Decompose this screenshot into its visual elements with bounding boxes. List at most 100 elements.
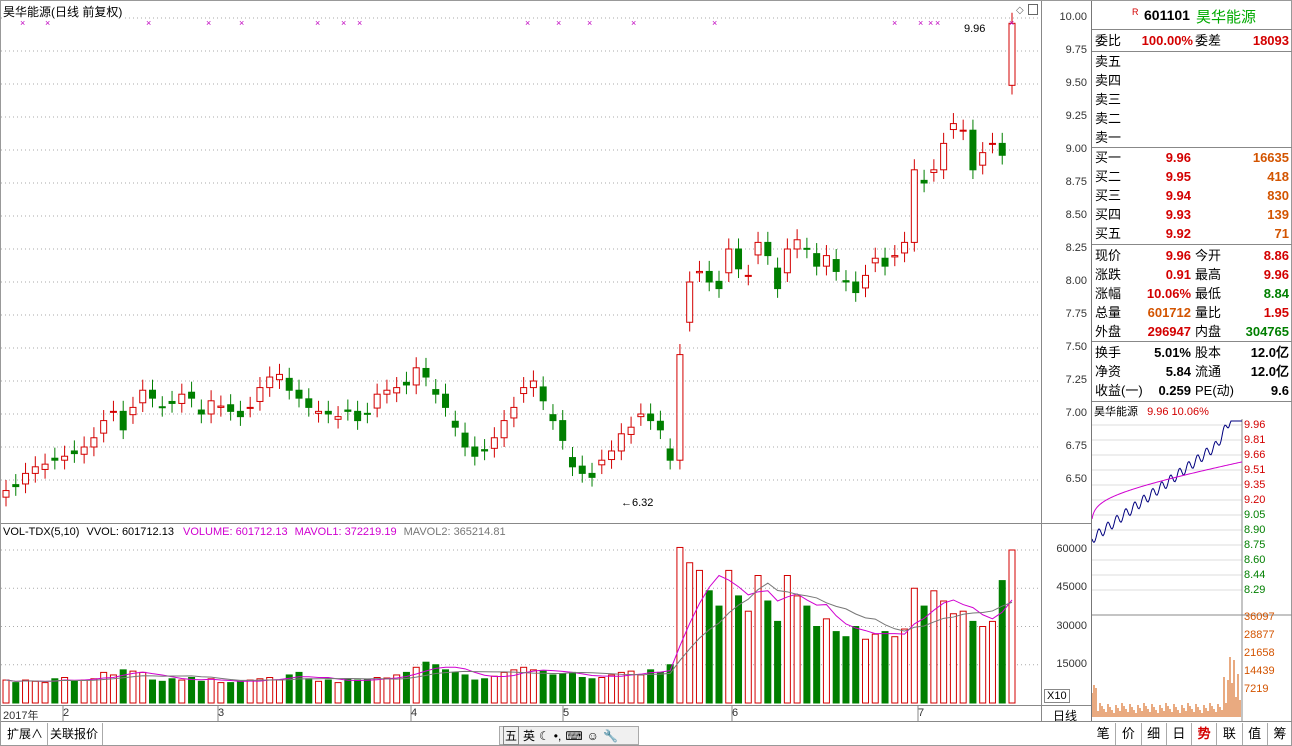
low-price-label: ←6.32 bbox=[621, 497, 654, 509]
candle-body bbox=[832, 259, 840, 272]
event-marker: × bbox=[918, 18, 923, 28]
volume-bar bbox=[568, 671, 576, 704]
price-tick: 9.25 bbox=[1065, 110, 1087, 122]
event-marker: × bbox=[631, 18, 636, 28]
volume-bar bbox=[236, 680, 244, 704]
volume-tick: 15000 bbox=[1056, 657, 1087, 670]
mini-pct: 10.06% bbox=[1171, 406, 1209, 418]
candle-body bbox=[988, 142, 996, 145]
volume-bar bbox=[930, 590, 938, 704]
volume-tick: 60000 bbox=[1056, 543, 1087, 555]
volume-unit: X10 bbox=[1044, 689, 1070, 703]
candle-body bbox=[744, 274, 752, 277]
volume-bar bbox=[705, 590, 713, 704]
volume-bar bbox=[217, 682, 225, 704]
candle-body bbox=[246, 406, 254, 409]
candle-body bbox=[275, 373, 283, 381]
right-tab[interactable]: 价 bbox=[1116, 723, 1142, 745]
candle-body bbox=[70, 450, 78, 455]
related-quote-tab[interactable]: 关联报价 bbox=[46, 723, 104, 745]
stat-label2: 内盘 bbox=[1195, 324, 1222, 339]
mini-price-tick: 9.96 bbox=[1244, 419, 1266, 431]
right-tabs: 笔价细日势联值筹 bbox=[1091, 723, 1292, 745]
date-label: 4 bbox=[411, 707, 418, 719]
moon-icon[interactable]: ☾ bbox=[539, 729, 550, 743]
right-tab[interactable]: 势 bbox=[1192, 723, 1218, 745]
candle-body bbox=[2, 490, 10, 498]
volume-bar bbox=[354, 679, 362, 704]
candle-body bbox=[256, 387, 264, 402]
right-tab[interactable]: 笔 bbox=[1091, 723, 1117, 745]
keyboard-icon[interactable]: ⌨ bbox=[565, 729, 582, 743]
volume-bar bbox=[305, 678, 313, 704]
right-tab[interactable]: 值 bbox=[1243, 723, 1268, 745]
right-tab[interactable]: 筹 bbox=[1268, 723, 1292, 745]
ime-lang[interactable]: 英 bbox=[523, 727, 535, 744]
person-icon[interactable]: ☺ bbox=[587, 729, 599, 743]
sell-label: 卖三 bbox=[1095, 92, 1122, 107]
price-tick: 8.50 bbox=[1065, 209, 1087, 221]
mini-price-tick: 8.29 bbox=[1244, 584, 1266, 596]
volume-bar bbox=[334, 682, 342, 704]
volume-bar bbox=[627, 670, 635, 704]
mini-price: 9.96 bbox=[1147, 406, 1169, 418]
price-tick: 7.75 bbox=[1065, 308, 1087, 320]
sell-label: 卖五 bbox=[1095, 54, 1122, 69]
event-marker: × bbox=[712, 18, 717, 28]
ime-toolbar[interactable]: 五 英 ☾ •, ⌨ ☺ 🔧 bbox=[499, 726, 639, 745]
candle-body bbox=[500, 420, 508, 439]
volume-value: VOLUME: 601712.13 bbox=[183, 526, 288, 538]
event-marker: × bbox=[556, 18, 561, 28]
volume-bar bbox=[451, 671, 459, 704]
candle-body bbox=[891, 255, 899, 258]
right-tab[interactable]: 联 bbox=[1217, 723, 1243, 745]
window-icon[interactable] bbox=[1028, 4, 1038, 15]
candle-body bbox=[471, 446, 479, 457]
ime-five[interactable]: 五 bbox=[503, 726, 520, 745]
candle-body bbox=[725, 248, 733, 274]
event-marker: × bbox=[892, 18, 897, 28]
event-marker: × bbox=[206, 18, 211, 28]
high-price-label: 9.96 bbox=[964, 23, 986, 35]
event-marker: × bbox=[525, 18, 530, 28]
candle-body bbox=[217, 405, 225, 408]
volume-bar bbox=[881, 631, 889, 704]
dot-icon[interactable]: •, bbox=[554, 729, 562, 743]
stat-label: 涨跌 bbox=[1095, 267, 1122, 282]
buy-label: 买五 bbox=[1095, 226, 1122, 241]
diamond-icon[interactable]: ◇ bbox=[1016, 5, 1024, 16]
fin-value: 5.01% bbox=[1154, 345, 1191, 360]
right-tab[interactable]: 细 bbox=[1142, 723, 1167, 745]
volume-bar bbox=[969, 620, 977, 704]
right-tab[interactable]: 日 bbox=[1167, 723, 1192, 745]
mini-price-tick: 9.35 bbox=[1244, 479, 1266, 491]
stat-label2: 最低 bbox=[1195, 286, 1222, 301]
date-label: 5 bbox=[563, 707, 570, 719]
candle-body bbox=[901, 241, 909, 254]
sell-row: 卖五 bbox=[1095, 52, 1291, 71]
candle-body bbox=[920, 179, 928, 184]
price-tick: 8.00 bbox=[1065, 275, 1087, 287]
stat-value2: 1.95 bbox=[1263, 305, 1289, 320]
volume-bar bbox=[891, 636, 899, 704]
candle-body bbox=[334, 416, 342, 420]
mini-price-tick: 8.60 bbox=[1244, 554, 1266, 566]
mavol2-line bbox=[5, 582, 1013, 682]
expand-tab[interactable]: 扩展∧ bbox=[3, 723, 49, 745]
candle-body bbox=[41, 463, 49, 470]
candle-body bbox=[168, 400, 176, 404]
candle-body bbox=[461, 432, 469, 448]
volume-bar bbox=[744, 610, 752, 704]
candle-body bbox=[549, 414, 557, 422]
stat-row: 现价 9.96 今开 8.86 bbox=[1095, 246, 1291, 265]
mini-price-tick: 9.81 bbox=[1244, 434, 1266, 446]
buy-row: 买五 9.92 71 bbox=[1095, 224, 1291, 243]
kline-chart[interactable]: × × × × × × × × × × × × × × × × × × bbox=[1, 1, 1091, 721]
volume-bar bbox=[598, 677, 606, 704]
volume-bar bbox=[383, 677, 391, 704]
wrench-icon[interactable]: 🔧 bbox=[603, 729, 618, 743]
candle-body bbox=[910, 169, 918, 243]
candle-body bbox=[100, 420, 108, 434]
stock-name: 昊华能源 bbox=[1196, 9, 1257, 26]
pane-divider bbox=[1, 523, 1091, 524]
